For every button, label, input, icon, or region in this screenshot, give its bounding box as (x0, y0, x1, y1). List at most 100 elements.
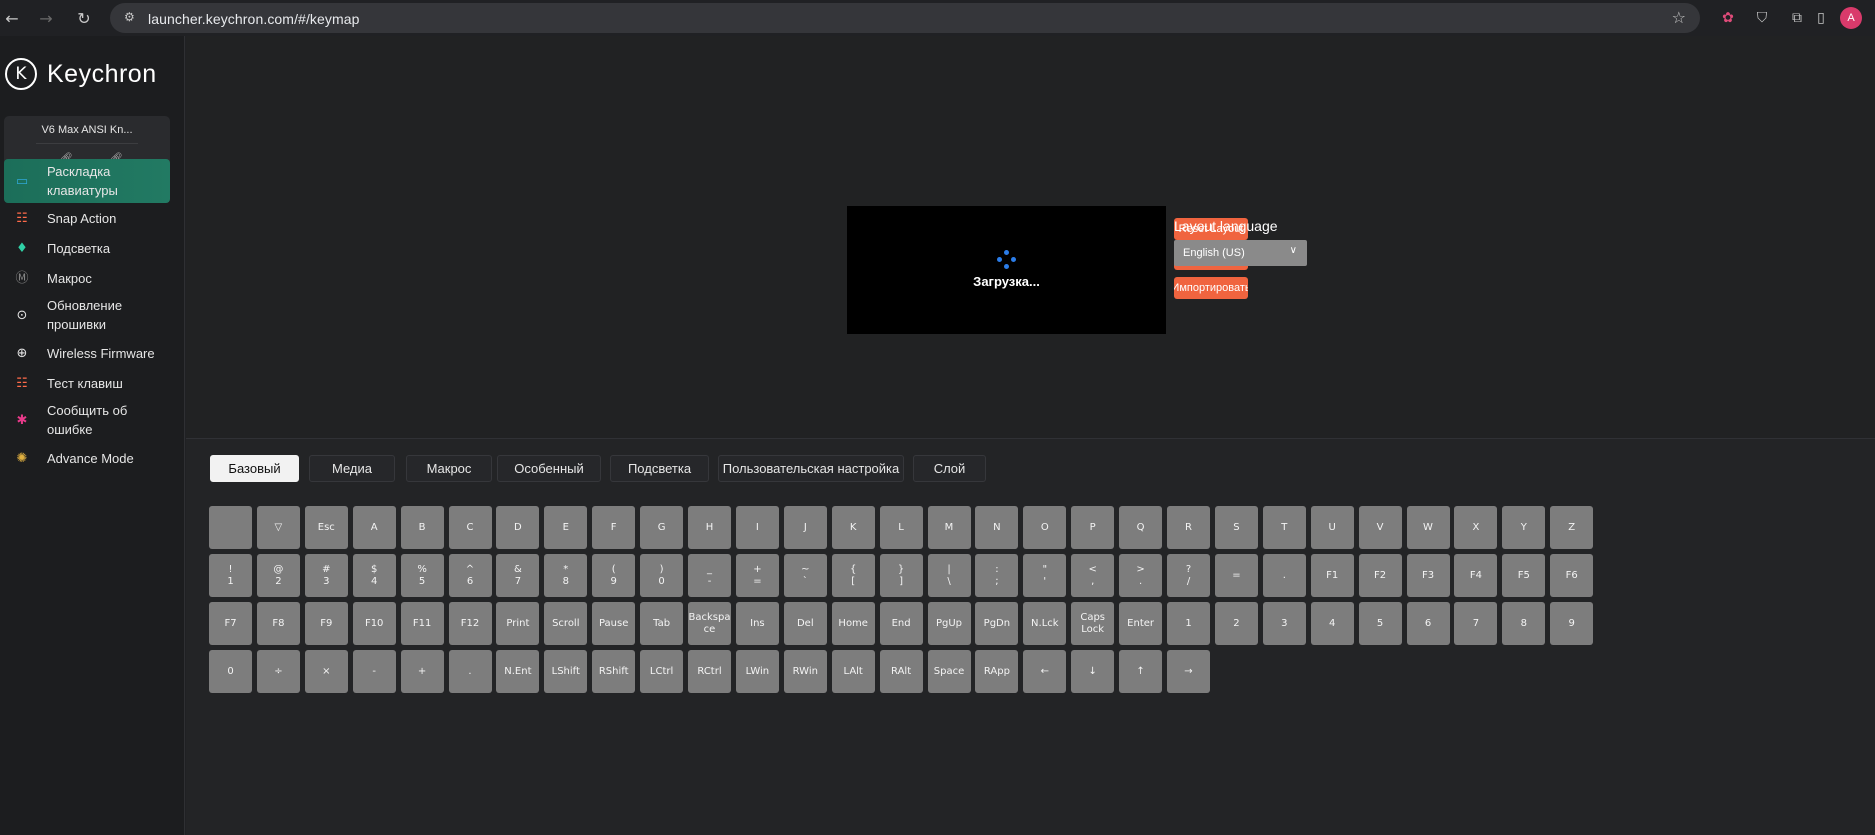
tab[interactable]: Особенный (497, 455, 601, 482)
keycode-key[interactable]: End (879, 602, 923, 645)
keycode-key[interactable]: B (400, 506, 444, 549)
sidebar-item[interactable]: ⊙ Обновление прошивки (4, 294, 170, 336)
keycode-key[interactable]: Del (783, 602, 827, 645)
tab[interactable]: Слой (913, 455, 986, 482)
keycode-key[interactable]: RApp (975, 650, 1019, 693)
keycode-key[interactable]: 4 (1310, 602, 1354, 645)
keycode-key[interactable]: ) 0 (640, 554, 684, 597)
url-text[interactable]: launcher.keychron.com/#/keymap (148, 11, 360, 27)
keycode-key[interactable]: = (1214, 554, 1258, 597)
sidebar-item[interactable]: ▭ Раскладка клавиатуры (4, 159, 170, 203)
keycode-key[interactable]: 1 (1167, 602, 1210, 645)
keycode-key[interactable]: W (1406, 506, 1450, 549)
keycode-key[interactable]: J (783, 506, 827, 549)
extension-colorful-icon[interactable]: ✿ (1717, 7, 1739, 29)
keycode-key[interactable]: Q (1119, 506, 1163, 549)
address-bar[interactable]: ⚙ launcher.keychron.com/#/keymap ☆ (110, 3, 1700, 33)
keycode-key[interactable]: F5 (1502, 554, 1546, 597)
keycode-key[interactable]: D (496, 506, 540, 549)
tab[interactable]: Подсветка (610, 455, 709, 482)
profile-avatar[interactable]: A (1840, 7, 1862, 29)
site-info-icon[interactable]: ⚙ (124, 10, 140, 26)
keycode-key[interactable]: Space (927, 650, 971, 693)
back-arrow-icon[interactable]: ← (0, 6, 24, 30)
keycode-key[interactable]: }] (879, 554, 923, 597)
sidebar-item[interactable]: ✱ Сообщить об ошибке (4, 399, 170, 441)
keycode-key[interactable]: G (640, 506, 684, 549)
keycode-key[interactable]: LAlt (831, 650, 875, 693)
keycode-key[interactable]: P (1071, 506, 1115, 549)
keycode-key[interactable]: + = (735, 554, 779, 597)
keycode-key[interactable]: Ins (735, 602, 779, 645)
keycode-key[interactable]: N (975, 506, 1019, 549)
keycode-key[interactable]: Z (1550, 506, 1594, 549)
keycode-key[interactable]: _ - (688, 554, 731, 597)
keycode-key[interactable]: N.Lck (1023, 602, 1067, 645)
sidebar-item[interactable]: ☷ Тест клавиш (4, 369, 170, 397)
tab[interactable]: Пользовательская настройка (718, 455, 904, 482)
keycode-key[interactable]: <, (1071, 554, 1115, 597)
keycode-key[interactable]: RWin (783, 650, 827, 693)
keycode-key[interactable]: 2 (1214, 602, 1258, 645)
keycode-key[interactable]: ↓ (1071, 650, 1115, 693)
keycode-key[interactable]: 6 (1406, 602, 1450, 645)
keycode-key[interactable]: PgDn (975, 602, 1019, 645)
keycode-key[interactable]: F (592, 506, 636, 549)
keycode-key[interactable]: ~ ` (783, 554, 827, 597)
keycode-key[interactable]: I (735, 506, 779, 549)
keycode-key[interactable]: F10 (352, 602, 396, 645)
side-panel-icon[interactable]: ▯ (1810, 7, 1832, 29)
keycode-key[interactable]: T (1262, 506, 1306, 549)
tab[interactable]: Макрос (406, 455, 492, 482)
keycode-key[interactable]: 5 (1358, 602, 1402, 645)
keycode-key[interactable]: U (1310, 506, 1354, 549)
keycode-key[interactable]: R (1167, 506, 1210, 549)
keycode-key[interactable]: LCtrl (640, 650, 684, 693)
keycode-key[interactable]: H (688, 506, 731, 549)
keycode-key[interactable]: " ' (1023, 554, 1067, 597)
layout-language-select[interactable]: English (US) ∨ (1174, 240, 1307, 266)
keycode-key[interactable]: . (448, 650, 492, 693)
keycode-key[interactable]: ▽ (256, 506, 300, 549)
keycode-key[interactable]: $4 (352, 554, 396, 597)
keycode-key[interactable]: L (879, 506, 923, 549)
keycode-key[interactable]: & 7 (496, 554, 540, 597)
keycode-key[interactable]: Caps Lock (1071, 602, 1115, 645)
reload-icon[interactable]: ↻ (72, 6, 96, 30)
keycode-key[interactable]: >. (1119, 554, 1163, 597)
sidebar-item[interactable]: ☷ Snap Action (4, 204, 170, 232)
keycode-key[interactable]: 9 (1550, 602, 1594, 645)
keycode-key[interactable]: RShift (592, 650, 636, 693)
keycode-key[interactable]: F12 (448, 602, 492, 645)
keycode-key[interactable]: Home (831, 602, 875, 645)
sidebar-item[interactable]: ✺ Advance Mode (4, 444, 170, 472)
forward-arrow-icon[interactable]: → (34, 6, 58, 30)
keycode-key[interactable]: × (304, 650, 348, 693)
keycode-key[interactable]: RAlt (879, 650, 923, 693)
keycode-key[interactable]: F2 (1358, 554, 1402, 597)
keycode-key[interactable]: PgUp (927, 602, 971, 645)
keycode-key[interactable]: Enter (1119, 602, 1163, 645)
keycode-key[interactable]: ! 1 (209, 554, 252, 597)
keycode-key[interactable]: (9 (592, 554, 636, 597)
keycode-key[interactable]: V (1358, 506, 1402, 549)
keycode-key[interactable]: 0 (209, 650, 252, 693)
keycode-key[interactable]: Esc (304, 506, 348, 549)
keycode-key[interactable]: - (352, 650, 396, 693)
keycode-key[interactable]: F7 (209, 602, 252, 645)
keycode-key[interactable]: Backspa ce (688, 602, 731, 645)
keycode-key[interactable]: F3 (1406, 554, 1450, 597)
keycode-key[interactable]: RCtrl (688, 650, 731, 693)
keycode-key[interactable]: F6 (1550, 554, 1594, 597)
keycode-key[interactable]: :; (975, 554, 1019, 597)
keycode-key[interactable]: + (400, 650, 444, 693)
keycode-key[interactable]: E (544, 506, 588, 549)
keycode-key[interactable]: F4 (1454, 554, 1498, 597)
keycode-key[interactable]: ↑ (1119, 650, 1163, 693)
keycode-key[interactable]: Pause (592, 602, 636, 645)
import-button[interactable]: Импортировать (1174, 277, 1248, 299)
sidebar-item[interactable]: Ⓜ Макрос (4, 264, 170, 292)
keycode-key[interactable]: F1 (1310, 554, 1354, 597)
keycode-key[interactable]: * 8 (544, 554, 588, 597)
keycode-key[interactable]: Print (496, 602, 540, 645)
